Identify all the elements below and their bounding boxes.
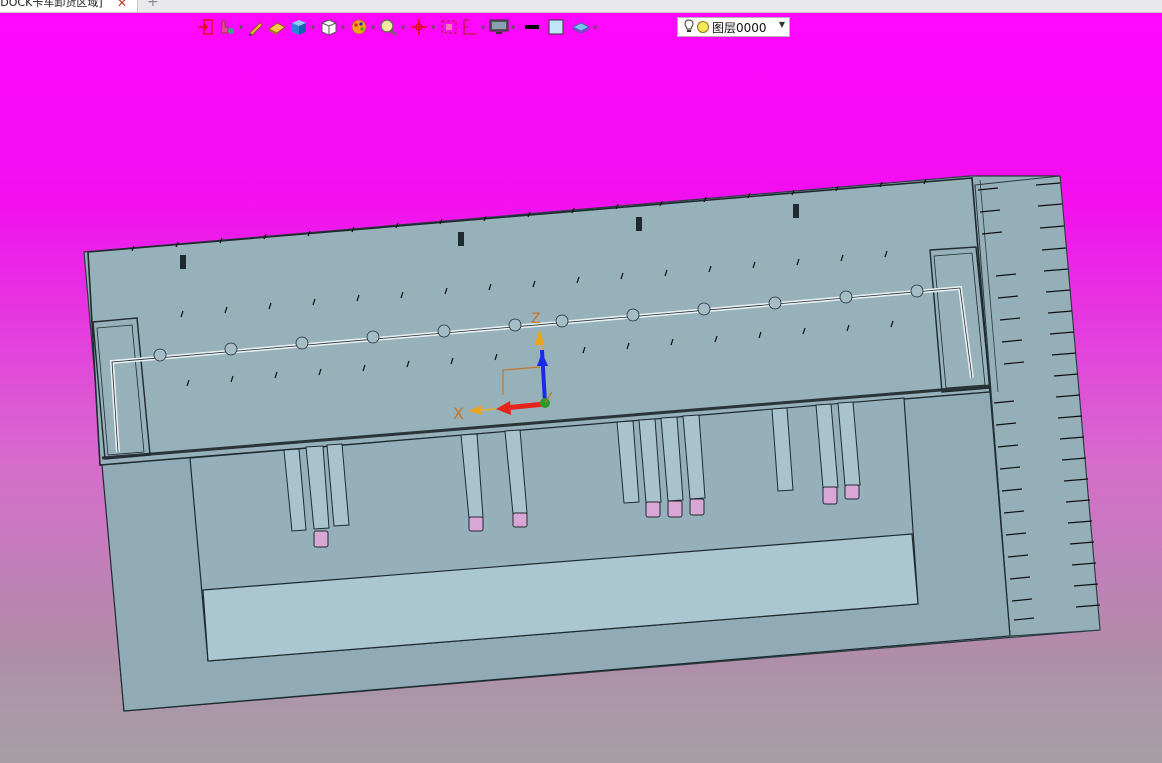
z-axis-label: Z — [531, 311, 541, 327]
layer-name: 图层0000 — [712, 20, 767, 35]
wire-cube-icon[interactable] — [318, 16, 340, 38]
exit-icon[interactable] — [196, 16, 216, 38]
layer-color-swatch[interactable] — [697, 21, 709, 33]
fill-color-icon[interactable] — [546, 16, 566, 38]
document-tab-title: [DOCK卡车卸货区域] — [0, 0, 103, 9]
layer-select[interactable]: 图层0000 ▼ — [677, 17, 790, 37]
fit-view-icon[interactable] — [438, 16, 460, 38]
grab-icon[interactable] — [216, 16, 238, 38]
pan-icon[interactable] — [408, 16, 430, 38]
lightbulb-icon[interactable] — [684, 18, 694, 36]
close-tab-icon[interactable]: ✕ — [117, 0, 127, 11]
document-tab-bar: [DOCK卡车卸货区域] ✕ + — [0, 0, 1162, 13]
x-axis-label: X — [453, 404, 464, 423]
new-tab-button[interactable]: + — [147, 0, 159, 10]
layers-icon[interactable] — [570, 16, 592, 38]
pencil-icon[interactable] — [246, 16, 266, 38]
chevron-down-icon[interactable]: ▾ — [401, 23, 405, 32]
document-tab[interactable]: [DOCK卡车卸货区域] ✕ — [0, 0, 138, 12]
chevron-down-icon[interactable]: ▾ — [481, 23, 485, 32]
chevron-down-icon[interactable]: ▾ — [371, 23, 375, 32]
measure-icon[interactable] — [460, 16, 480, 38]
solid-cube-icon[interactable] — [288, 16, 310, 38]
color-wheel-icon[interactable] — [348, 16, 370, 38]
zoom-icon[interactable] — [378, 16, 400, 38]
eraser-icon[interactable] — [266, 16, 288, 38]
model-scene[interactable] — [0, 13, 1162, 763]
line-weight-icon[interactable] — [522, 16, 542, 38]
display-monitor-icon[interactable] — [488, 16, 510, 38]
chevron-down-icon[interactable]: ▾ — [593, 23, 597, 32]
chevron-down-icon[interactable]: ▾ — [341, 23, 345, 32]
chevron-down-icon[interactable]: ▾ — [311, 23, 315, 32]
chevron-down-icon[interactable]: ▾ — [239, 23, 243, 32]
3d-viewport[interactable]: X Z — [0, 13, 1162, 763]
view-toolbar: ▾ ▾ ▾ ▾ ▾ ▾ ▾ ▾ ▾ — [196, 15, 600, 39]
chevron-down-icon[interactable]: ▼ — [779, 20, 785, 29]
chevron-down-icon[interactable]: ▾ — [431, 23, 435, 32]
chevron-down-icon[interactable]: ▾ — [511, 23, 515, 32]
